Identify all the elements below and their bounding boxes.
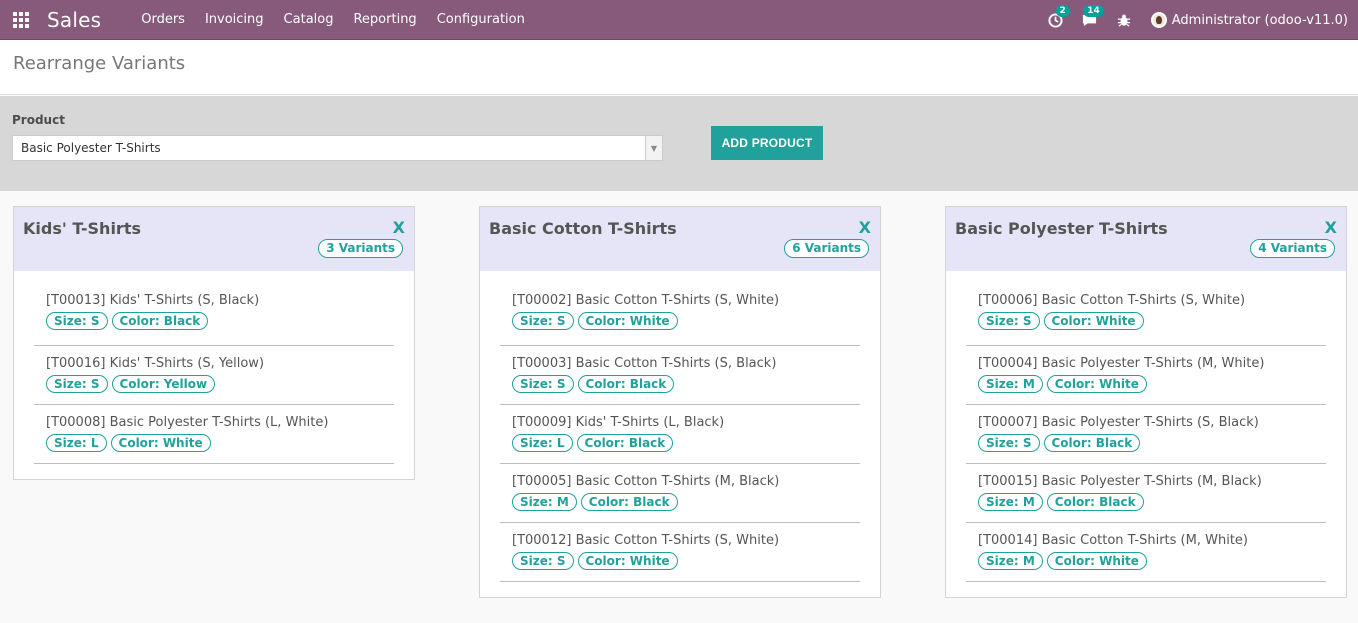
color-tag: Color: Black [576,434,674,452]
color-tag: Color: Black [580,493,678,511]
variants-count-badge: 4 Variants [1250,239,1335,258]
color-tag: Color: White [577,312,678,330]
color-tag: Color: White [1043,312,1144,330]
product-column: Basic Cotton T-Shirts X 6 Variants [T000… [479,206,881,598]
product-column: Kids' T-Shirts X 3 Variants [T00013] Kid… [13,206,415,480]
variant-list: [T00013] Kids' T-Shirts (S, Black) Size:… [14,271,414,479]
variant-card[interactable]: [T00012] Basic Cotton T-Shirts (S, White… [500,523,860,582]
color-tag: Color: Black [1046,493,1144,511]
variant-name: [T00003] Basic Cotton T-Shirts (S, Black… [512,356,777,371]
menu-item-orders[interactable]: Orders [131,12,195,27]
color-tag: Color: Black [111,312,209,330]
main-menu: Orders Invoicing Catalog Reporting Confi… [131,12,535,27]
activity-count-badge: 2 [1055,5,1070,17]
variant-card[interactable]: [T00008] Basic Polyester T-Shirts (L, Wh… [34,405,394,464]
variants-count-badge: 6 Variants [784,239,869,258]
navbar-right: 2 14 Administrator (odoo-v11.0) [1039,0,1358,40]
size-tag: Size: S [512,552,574,570]
apps-grid-icon[interactable] [13,11,31,29]
variant-name: [T00013] Kids' T-Shirts (S, Black) [46,293,260,308]
variant-name: [T00009] Kids' T-Shirts (L, Black) [512,415,725,430]
column-header: Basic Cotton T-Shirts X 6 Variants [480,207,880,271]
remove-column-button[interactable]: X [859,218,871,237]
bug-icon [1117,14,1130,27]
product-column: Basic Polyester T-Shirts X 4 Variants [T… [945,206,1347,598]
size-tag: Size: M [978,493,1043,511]
variant-card[interactable]: [T00006] Basic Cotton T-Shirts (S, White… [966,290,1326,346]
variant-list: [T00002] Basic Cotton T-Shirts (S, White… [480,271,880,597]
activity-button[interactable]: 2 [1039,0,1073,40]
size-tag: Size: M [512,493,577,511]
user-name: Administrator (odoo-v11.0) [1171,12,1348,28]
variant-name: [T00008] Basic Polyester T-Shirts (L, Wh… [46,415,329,430]
variant-card[interactable]: [T00005] Basic Cotton T-Shirts (M, Black… [500,464,860,523]
variant-card[interactable]: [T00007] Basic Polyester T-Shirts (S, Bl… [966,405,1326,464]
color-tag: Color: Black [577,375,675,393]
size-tag: Size: S [46,375,108,393]
variant-name: [T00002] Basic Cotton T-Shirts (S, White… [512,293,780,308]
variant-name: [T00004] Basic Polyester T-Shirts (M, Wh… [978,356,1265,371]
variant-card[interactable]: [T00015] Basic Polyester T-Shirts (M, Bl… [966,464,1326,523]
product-select[interactable]: Basic Polyester T-Shirts ▼ [12,135,663,161]
product-select-value: Basic Polyester T-Shirts [21,141,161,155]
column-title: Kids' T-Shirts [23,219,141,238]
size-tag: Size: L [46,434,107,452]
color-tag: Color: White [110,434,211,452]
variant-name: [T00015] Basic Polyester T-Shirts (M, Bl… [978,474,1262,489]
add-product-button[interactable]: ADD PRODUCT [711,126,823,160]
user-avatar-icon [1150,12,1167,28]
product-label: Product [12,113,65,127]
size-tag: Size: M [978,552,1043,570]
variant-card[interactable]: [T00009] Kids' T-Shirts (L, Black) Size:… [500,405,860,464]
color-tag: Color: White [1046,375,1147,393]
menu-item-reporting[interactable]: Reporting [343,12,426,27]
user-menu[interactable]: Administrator (odoo-v11.0) [1150,12,1348,28]
variant-card[interactable]: [T00003] Basic Cotton T-Shirts (S, Black… [500,346,860,405]
menu-item-configuration[interactable]: Configuration [427,12,535,27]
column-title: Basic Cotton T-Shirts [489,219,677,238]
debug-button[interactable] [1107,0,1141,40]
control-panel: Rearrange Variants [0,40,1358,95]
variant-name: [T00005] Basic Cotton T-Shirts (M, Black… [512,474,780,489]
variant-card[interactable]: [T00014] Basic Cotton T-Shirts (M, White… [966,523,1326,582]
column-header: Kids' T-Shirts X 3 Variants [14,207,414,271]
variant-name: [T00012] Basic Cotton T-Shirts (S, White… [512,533,780,548]
column-title: Basic Polyester T-Shirts [955,219,1168,238]
size-tag: Size: S [46,312,108,330]
column-header: Basic Polyester T-Shirts X 4 Variants [946,207,1346,271]
variant-list: [T00006] Basic Cotton T-Shirts (S, White… [946,271,1346,597]
page-title: Rearrange Variants [13,53,186,74]
dropdown-arrow-icon[interactable]: ▼ [645,136,662,160]
color-tag: Color: White [1046,552,1147,570]
product-filter-bar: Product Basic Polyester T-Shirts ▼ ADD P… [0,96,1358,191]
size-tag: Size: S [512,312,574,330]
variant-card[interactable]: [T00013] Kids' T-Shirts (S, Black) Size:… [34,290,394,346]
variant-name: [T00014] Basic Cotton T-Shirts (M, White… [978,533,1248,548]
size-tag: Size: M [978,375,1043,393]
messages-count-badge: 14 [1083,5,1104,17]
remove-column-button[interactable]: X [1325,218,1337,237]
variant-name: [T00016] Kids' T-Shirts (S, Yellow) [46,356,265,371]
variant-card[interactable]: [T00004] Basic Polyester T-Shirts (M, Wh… [966,346,1326,405]
variant-name: [T00006] Basic Cotton T-Shirts (S, White… [978,293,1246,308]
menu-item-catalog[interactable]: Catalog [274,12,344,27]
variant-card[interactable]: [T00002] Basic Cotton T-Shirts (S, White… [500,290,860,346]
menu-item-invoicing[interactable]: Invoicing [195,12,274,27]
app-name[interactable]: Sales [47,8,101,32]
size-tag: Size: S [978,312,1040,330]
color-tag: Color: Yellow [111,375,216,393]
top-navbar: Sales Orders Invoicing Catalog Reporting… [0,0,1358,40]
remove-column-button[interactable]: X [393,218,405,237]
color-tag: Color: Black [1043,434,1141,452]
variant-name: [T00007] Basic Polyester T-Shirts (S, Bl… [978,415,1259,430]
size-tag: Size: L [512,434,573,452]
variants-count-badge: 3 Variants [318,239,403,258]
messages-button[interactable]: 14 [1073,0,1107,40]
size-tag: Size: S [978,434,1040,452]
color-tag: Color: White [577,552,678,570]
variant-card[interactable]: [T00016] Kids' T-Shirts (S, Yellow) Size… [34,346,394,405]
size-tag: Size: S [512,375,574,393]
